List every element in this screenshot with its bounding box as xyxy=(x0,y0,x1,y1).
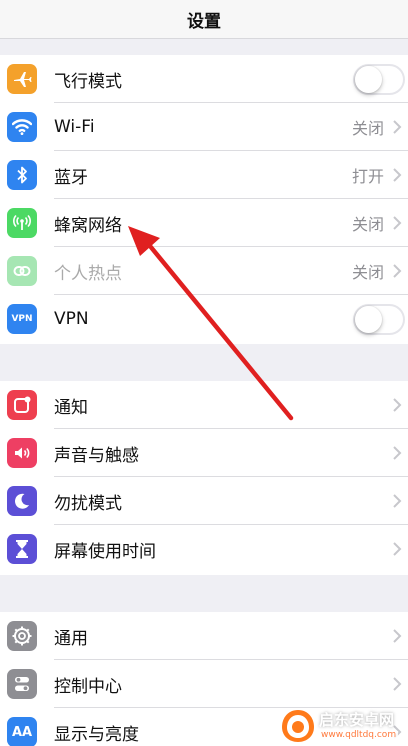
watermark-name: 启东安卓网 xyxy=(319,710,395,729)
do-not-disturb-label: 勿扰模式 xyxy=(54,493,122,514)
general-row[interactable]: 通用 xyxy=(0,612,408,660)
notifications-group: 通知 声音与触感 勿扰模式 屏幕使用时间 xyxy=(0,381,408,575)
bluetooth-row[interactable]: 蓝牙 打开 xyxy=(0,151,408,199)
notification-icon xyxy=(7,390,37,420)
screen-time-row[interactable]: 屏幕使用时间 xyxy=(0,525,408,573)
airplane-mode-row[interactable]: 飞行模式 xyxy=(0,55,408,103)
hourglass-icon xyxy=(7,534,37,564)
wifi-icon xyxy=(7,112,37,142)
moon-icon xyxy=(7,486,37,516)
airplane-mode-label: 飞行模式 xyxy=(54,71,122,92)
wifi-status: 关闭 xyxy=(351,119,384,138)
chevron-right-icon xyxy=(393,264,402,278)
vpn-icon-text: VPN xyxy=(11,314,33,324)
chevron-right-icon xyxy=(393,398,402,412)
watermark-url: www.qdltdq.com xyxy=(319,729,399,740)
vpn-label: VPN xyxy=(54,309,89,329)
sounds-label: 声音与触感 xyxy=(54,445,139,466)
toggles-icon xyxy=(7,669,37,699)
bluetooth-icon xyxy=(7,160,37,190)
watermark-text: 启东安卓网 www.qdltdq.com xyxy=(319,710,399,740)
hotspot-row[interactable]: 个人热点 关闭 xyxy=(0,247,408,295)
watermark-logo-icon xyxy=(282,710,314,742)
chevron-right-icon xyxy=(393,494,402,508)
bluetooth-status: 打开 xyxy=(351,167,384,186)
screen-time-label: 屏幕使用时间 xyxy=(54,541,156,562)
sounds-row[interactable]: 声音与触感 xyxy=(0,429,408,477)
notifications-row[interactable]: 通知 xyxy=(0,381,408,429)
connectivity-group: 飞行模式 Wi-Fi 关闭 蓝牙 打开 蜂窝网络 关闭 个人热点 关闭 VPN … xyxy=(0,55,408,344)
chevron-right-icon xyxy=(393,446,402,460)
hotspot-status: 关闭 xyxy=(351,263,384,282)
hotspot-label: 个人热点 xyxy=(54,263,122,284)
control-center-row[interactable]: 控制中心 xyxy=(0,660,408,708)
chevron-right-icon xyxy=(393,677,402,691)
toggle-knob xyxy=(355,306,382,333)
display-icon: AA xyxy=(7,717,37,746)
antenna-icon xyxy=(7,208,37,238)
cellular-row[interactable]: 蜂窝网络 关闭 xyxy=(0,199,408,247)
vpn-row[interactable]: VPN VPN xyxy=(0,295,408,343)
chevron-right-icon xyxy=(393,216,402,230)
cellular-status: 关闭 xyxy=(351,215,384,234)
settings-screen: 设置 飞行模式 Wi-Fi 关闭 蓝牙 打开 蜂窝网络 关闭 个人热点 关闭 V… xyxy=(0,0,408,746)
display-icon-text: AA xyxy=(11,724,33,740)
watermark: 启东安卓网 www.qdltdq.com xyxy=(280,706,408,746)
navigation-bar: 设置 xyxy=(0,0,408,39)
chevron-right-icon xyxy=(393,542,402,556)
control-center-label: 控制中心 xyxy=(54,676,122,697)
page-title: 设置 xyxy=(187,11,221,32)
chevron-right-icon xyxy=(393,168,402,182)
chevron-right-icon xyxy=(393,120,402,134)
airplane-icon xyxy=(7,64,37,94)
vpn-icon: VPN xyxy=(7,304,37,334)
do-not-disturb-row[interactable]: 勿扰模式 xyxy=(0,477,408,525)
link-icon xyxy=(7,256,37,286)
bluetooth-label: 蓝牙 xyxy=(54,167,88,188)
toggle-knob xyxy=(355,66,382,93)
general-label: 通用 xyxy=(54,628,88,649)
chevron-right-icon xyxy=(393,629,402,643)
gear-icon xyxy=(7,621,37,651)
cellular-label: 蜂窝网络 xyxy=(54,215,122,236)
vpn-toggle[interactable] xyxy=(353,304,405,335)
speaker-icon xyxy=(7,438,37,468)
airplane-mode-toggle[interactable] xyxy=(353,64,405,95)
wifi-label: Wi-Fi xyxy=(54,117,95,137)
wifi-row[interactable]: Wi-Fi 关闭 xyxy=(0,103,408,151)
display-brightness-label: 显示与亮度 xyxy=(54,724,139,745)
notifications-label: 通知 xyxy=(54,397,88,418)
